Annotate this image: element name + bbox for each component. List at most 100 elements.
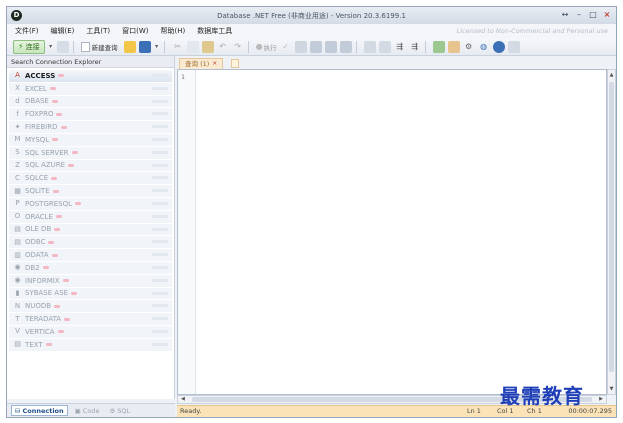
app-window: D Database .NET Free (非商业用途) - Version 2…	[6, 6, 617, 418]
connection-label: SQLITE	[25, 187, 50, 196]
menu-help[interactable]: 帮助(H)	[161, 26, 186, 36]
table-icon[interactable]	[309, 40, 322, 53]
check-icon[interactable]: ✓	[280, 41, 292, 53]
dropdown-icon[interactable]: ▾	[48, 41, 54, 53]
help-icon[interactable]	[492, 40, 505, 53]
comment-icon[interactable]: ⇶	[394, 41, 406, 53]
sybase-icon: ▮	[15, 288, 20, 297]
scroll-up-icon[interactable]: ▲	[608, 72, 615, 78]
undo-icon[interactable]: ↶	[217, 41, 229, 53]
license-text: Licensed to Non-Commercial and Personal …	[456, 27, 608, 35]
connection-item[interactable]: T TERADATA	[9, 313, 172, 326]
status-line: Ln 1	[467, 407, 481, 415]
sqlazure-icon: Z	[15, 160, 20, 169]
sqlite-icon: ▦	[14, 186, 21, 195]
menu-file[interactable]: 文件(F)	[15, 26, 39, 36]
maximize-button[interactable]: □	[587, 9, 599, 21]
connection-hint	[152, 253, 168, 257]
text-icon: ▤	[14, 340, 21, 349]
chart-icon[interactable]	[432, 40, 445, 53]
excel-icon: X	[15, 84, 20, 93]
search-connection-explorer[interactable]: Search Connection Explorer	[7, 56, 174, 68]
restore-icon[interactable]: ↔	[559, 9, 571, 21]
menu-window[interactable]: 窗口(W)	[122, 26, 148, 36]
connection-item[interactable]: P POSTGRESQL	[9, 197, 172, 211]
open-folder-icon[interactable]	[123, 40, 136, 53]
connection-badge	[52, 189, 59, 193]
document-tabs: 查询 (1) ×	[177, 56, 616, 69]
refresh-icon[interactable]	[56, 40, 69, 53]
connection-badge	[62, 279, 69, 283]
scroll-right-icon[interactable]: ▶	[599, 396, 603, 402]
toolbar-separator	[355, 40, 357, 53]
menu-edit[interactable]: 编辑(E)	[51, 26, 75, 36]
connection-badge	[48, 240, 55, 244]
close-button[interactable]: ×	[601, 9, 613, 21]
access-icon: A	[15, 71, 20, 80]
connection-hint	[152, 163, 168, 167]
connection-item[interactable]: S SQL SERVER	[9, 146, 172, 160]
connection-badge	[71, 151, 78, 155]
connection-item[interactable]: ▥ ODATA	[9, 249, 172, 262]
connection-item[interactable]: ▦ SQLITE	[9, 185, 172, 198]
connection-item[interactable]: Z SQL AZURE	[9, 159, 172, 173]
connection-hint	[152, 125, 168, 129]
connection-item[interactable]: X EXCEL	[9, 82, 172, 96]
pin-icon[interactable]	[507, 40, 520, 53]
scroll-left-icon[interactable]: ◀	[181, 396, 185, 402]
cut-icon[interactable]: ✂	[172, 41, 184, 53]
connection-item[interactable]: ▤ ODBC	[9, 236, 172, 250]
grid-icon[interactable]	[294, 40, 307, 53]
minimize-button[interactable]: –	[573, 9, 585, 21]
connection-label: ACCESS	[25, 71, 56, 80]
connection-item[interactable]: V VERTICA	[9, 325, 172, 339]
scroll-thumb[interactable]	[609, 82, 614, 372]
settings-icon[interactable]: ⚙	[463, 41, 475, 53]
title-bar: D Database .NET Free (非商业用途) - Version 2…	[7, 7, 616, 24]
tab-query-1[interactable]: 查询 (1) ×	[179, 58, 224, 69]
uncomment-icon[interactable]: ⇶	[409, 41, 421, 53]
outdent-icon[interactable]	[378, 40, 391, 53]
execute-label[interactable]: 执行	[264, 42, 277, 52]
redo-icon[interactable]: ↷	[232, 41, 244, 53]
menu-db-tools[interactable]: 数据库工具	[197, 26, 232, 36]
tab-label: Connection	[22, 406, 64, 415]
connection-item[interactable]: N NUODB	[9, 300, 172, 314]
connection-item[interactable]: O ORACLE	[9, 210, 172, 224]
tab-sql[interactable]: ⚙ SQL	[106, 405, 133, 416]
new-tab-button[interactable]	[231, 59, 239, 68]
layout-icon[interactable]	[339, 40, 352, 53]
paste-icon[interactable]	[201, 40, 214, 53]
execute-icon[interactable]: ●	[256, 41, 263, 53]
connection-item[interactable]: M MYSQL	[9, 133, 172, 147]
vertical-scrollbar[interactable]: ▲ ▼	[607, 69, 616, 395]
globe-icon[interactable]: ◍	[478, 41, 490, 53]
connection-item[interactable]: ✦ FIREBIRD	[9, 121, 172, 134]
connection-item[interactable]: d DBASE	[9, 95, 172, 109]
teradata-icon: T	[15, 314, 20, 323]
connection-item[interactable]: ▮ SYBASE ASE	[9, 287, 172, 301]
indent-icon[interactable]	[363, 40, 376, 53]
connection-hint	[152, 150, 168, 154]
connect-button[interactable]: ⚡ 连接	[13, 39, 45, 54]
sql-editor[interactable]: 1	[177, 69, 607, 395]
connection-item[interactable]: A ACCESS	[9, 70, 172, 83]
scroll-down-icon[interactable]: ▼	[608, 386, 615, 392]
connection-hint	[152, 227, 168, 231]
tab-code[interactable]: ▣ Code	[72, 405, 103, 416]
format-icon[interactable]	[447, 40, 460, 53]
save-icon[interactable]	[138, 40, 151, 53]
connection-item[interactable]: ▤ OLE DB	[9, 223, 172, 237]
tab-connection[interactable]: ⛁ Connection	[11, 405, 68, 416]
connection-item[interactable]: ◉ INFORMIX	[9, 274, 172, 288]
dropdown-icon[interactable]: ▾	[154, 41, 160, 53]
connection-item[interactable]: C SQLCE	[9, 172, 172, 186]
menu-tools[interactable]: 工具(T)	[86, 26, 110, 36]
results-icon[interactable]	[324, 40, 337, 53]
connection-item[interactable]: ▤ TEXT	[9, 338, 172, 352]
connection-item[interactable]: f FOXPRO	[9, 108, 172, 122]
copy-icon[interactable]	[186, 40, 199, 53]
tab-close-icon[interactable]: ×	[212, 59, 217, 69]
connection-item[interactable]: ◉ DB2	[9, 261, 172, 275]
new-query-button[interactable]: 新建查询	[78, 40, 121, 54]
